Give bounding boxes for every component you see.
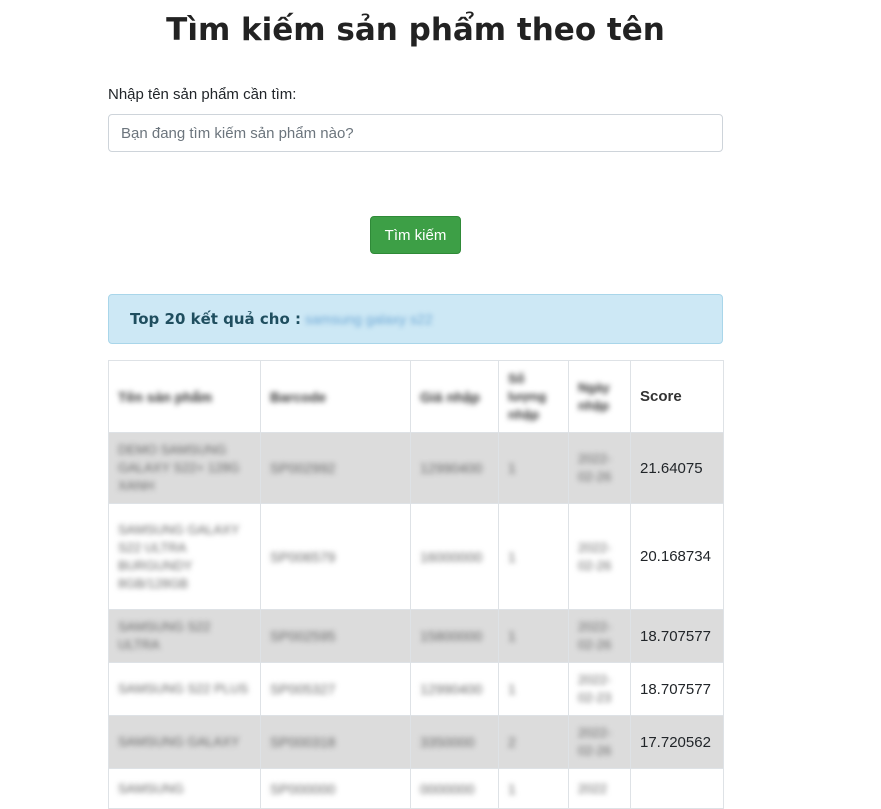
results-table: Tên sản phẩm Barcode Giá nhập Số lượng n… [108, 360, 724, 809]
cell-date: 2022-02-26 [568, 609, 631, 663]
cell-date: 2022-02-26 [568, 715, 631, 769]
cell-date: 2022-02-26 [568, 503, 631, 610]
result-alert-query: samsung galaxy s22 [305, 311, 433, 327]
cell-price: 12990400 [410, 432, 499, 504]
table-row: SAMSUNG GALAXY SP000318 3350000 2 2022-0… [108, 715, 724, 769]
cell-price: 12990400 [410, 662, 499, 716]
result-alert-prefix: Top 20 kết quả cho : [130, 310, 301, 328]
cell-qty: 1 [498, 662, 569, 716]
cell-score: 18.707577 [630, 662, 724, 716]
cell-price: 0000000 [410, 768, 499, 809]
cell-barcode: SP006579 [260, 503, 411, 610]
cell-name: DEMO SAMSUNG GALAXY S22+ 128G XANH [108, 432, 261, 504]
cell-price: 3350000 [410, 715, 499, 769]
cell-barcode: SP000000 [260, 768, 411, 809]
cell-barcode: SP000318 [260, 715, 411, 769]
cell-name: SAMSUNG [108, 768, 261, 809]
cell-qty: 1 [498, 609, 569, 663]
cell-name: SAMSUNG S22 PLUS [108, 662, 261, 716]
cell-name: SAMSUNG GALAXY S22 ULTRA BURGUNDY 8GB/12… [108, 503, 261, 610]
cell-score: 17.720562 [630, 715, 724, 769]
header-price: Giá nhập [410, 360, 499, 433]
cell-score: 21.64075 [630, 432, 724, 504]
cell-score: 18.707577 [630, 609, 724, 663]
table-row: SAMSUNG S22 PLUS SP005327 12990400 1 202… [108, 662, 724, 716]
table-row: SAMSUNG S22 ULTRA SP002595 15800000 1 20… [108, 609, 724, 663]
header-quantity: Số lượng nhập [498, 360, 569, 433]
cell-qty: 2 [498, 715, 569, 769]
search-button[interactable]: Tìm kiếm [370, 216, 461, 254]
cell-qty: 1 [498, 432, 569, 504]
table-header-row: Tên sản phẩm Barcode Giá nhập Số lượng n… [108, 360, 724, 433]
header-product-name: Tên sản phẩm [108, 360, 261, 433]
cell-date: 2022-02-26 [568, 432, 631, 504]
page-title: Tìm kiếm sản phẩm theo tên [166, 12, 665, 48]
table-row: DEMO SAMSUNG GALAXY S22+ 128G XANH SP002… [108, 432, 724, 504]
cell-date: 2022-02-23 [568, 662, 631, 716]
cell-qty: 1 [498, 768, 569, 809]
cell-score [630, 768, 724, 809]
result-alert: Top 20 kết quả cho : samsung galaxy s22 [108, 294, 723, 344]
cell-barcode: SP005327 [260, 662, 411, 716]
cell-price: 15800000 [410, 609, 499, 663]
table-row: SAMSUNG GALAXY S22 ULTRA BURGUNDY 8GB/12… [108, 503, 724, 610]
cell-date: 2022 [568, 768, 631, 809]
cell-score: 20.168734 [630, 503, 724, 610]
cell-price: 16000000 [410, 503, 499, 610]
cell-name: SAMSUNG GALAXY [108, 715, 261, 769]
header-barcode: Barcode [260, 360, 411, 433]
search-label: Nhập tên sản phẩm cần tìm: [108, 86, 297, 103]
header-date: Ngày nhập [568, 360, 631, 433]
search-input[interactable] [108, 114, 723, 152]
cell-name: SAMSUNG S22 ULTRA [108, 609, 261, 663]
cell-qty: 1 [498, 503, 569, 610]
header-score: Score [630, 360, 724, 433]
table-row: SAMSUNG SP000000 0000000 1 2022 [108, 768, 724, 809]
cell-barcode: SP002992 [260, 432, 411, 504]
cell-barcode: SP002595 [260, 609, 411, 663]
